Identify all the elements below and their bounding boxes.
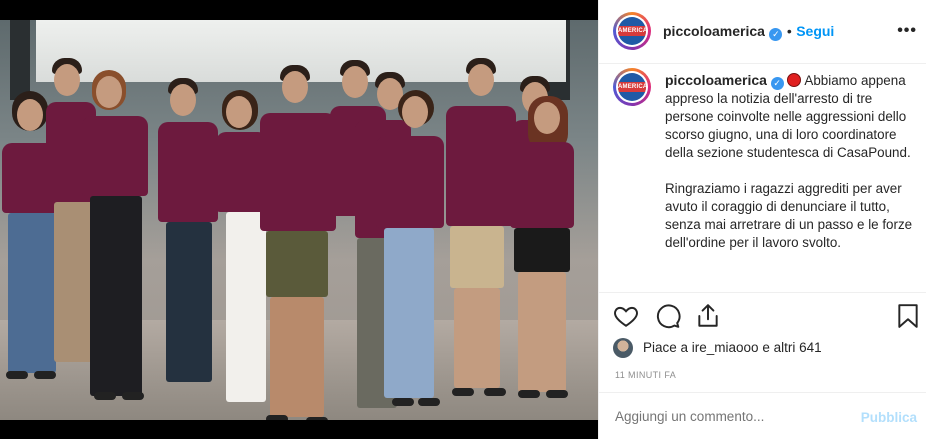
likes-text: Piace a ire_miaooo e altri 641 [643,340,822,355]
post-photo[interactable] [0,0,598,439]
post-side-panel: AMERICA piccoloamerica ✓ • Segui ••• AME… [598,0,926,439]
instagram-post-view: AMERICA piccoloamerica ✓ • Segui ••• AME… [0,0,926,439]
bookmark-icon[interactable] [895,303,921,329]
caption-username[interactable]: piccoloamerica [665,72,767,88]
caption-avatar[interactable]: AMERICA [613,68,651,106]
publish-button[interactable]: Pubblica [861,410,917,425]
caption-avatar-logo-text: AMERICA [618,82,646,92]
liker-avatar [613,338,633,358]
header-user-line: piccoloamerica ✓ • Segui [663,23,834,41]
comment-input[interactable] [615,409,845,424]
heart-icon[interactable] [613,303,639,329]
separator-dot: • [786,23,792,39]
verified-icon: ✓ [769,28,783,41]
action-bar [599,292,926,338]
caption-area: AMERICA piccoloamerica ✓ Abbiamo appena … [599,64,926,292]
comment-icon[interactable] [655,303,681,329]
caption-text: piccoloamerica ✓ Abbiamo appena appreso … [665,71,915,252]
post-header: AMERICA piccoloamerica ✓ • Segui ••• [599,0,926,64]
share-icon[interactable] [695,303,721,329]
more-options-icon[interactable]: ••• [897,22,917,40]
comment-box: Pubblica [599,392,926,439]
header-username[interactable]: piccoloamerica [663,23,765,39]
group-photo [0,20,598,420]
profile-avatar[interactable]: AMERICA [613,12,651,50]
caption-paragraph-2: Ringraziamo i ragazzi aggrediti per aver… [665,181,913,250]
avatar-logo-text: AMERICA [618,26,646,36]
red-circle-emoji [787,73,802,87]
post-timestamp: 11 MINUTI FA [615,370,677,380]
follow-button[interactable]: Segui [796,23,834,39]
verified-icon: ✓ [770,77,784,90]
